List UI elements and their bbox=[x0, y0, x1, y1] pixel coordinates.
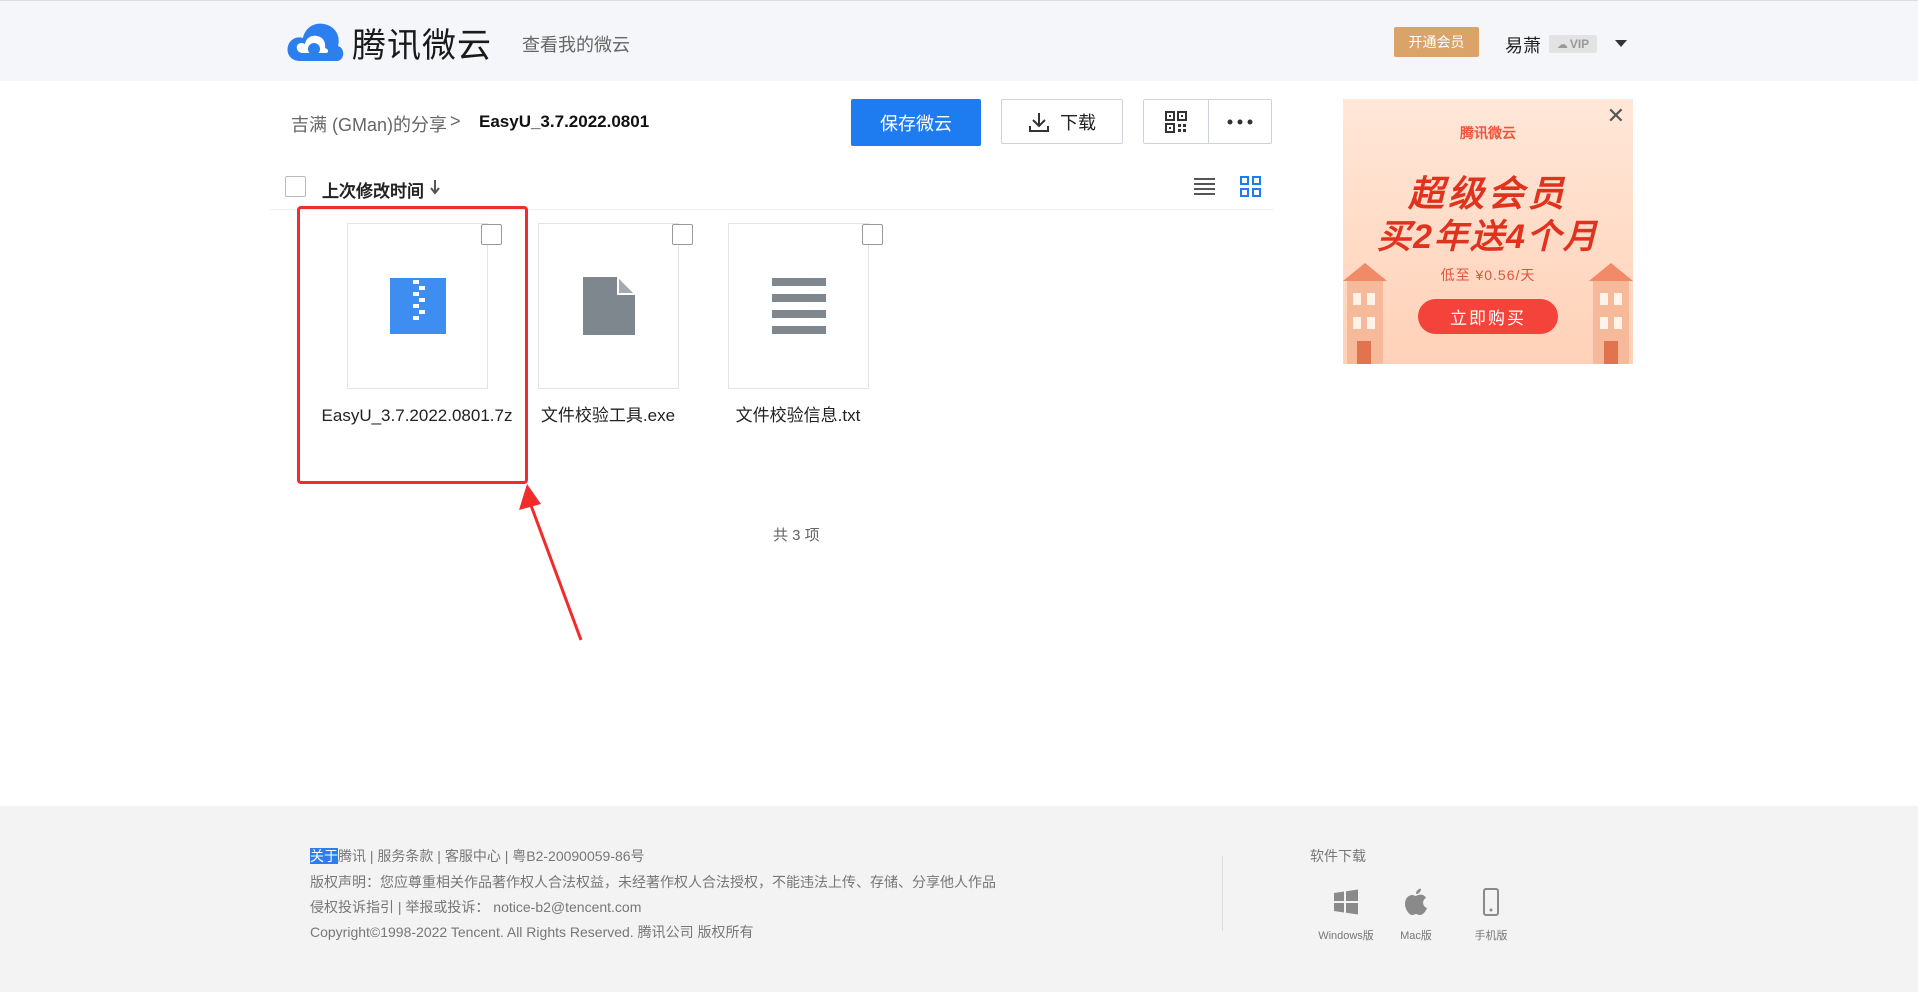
qr-code-icon bbox=[1164, 110, 1187, 133]
open-vip-button[interactable]: 开通会员 bbox=[1394, 27, 1479, 57]
vip-badge: ☁ VIP bbox=[1549, 35, 1597, 53]
logo-text: 腾讯微云 bbox=[352, 25, 492, 66]
download-mobile[interactable]: 手机版 bbox=[1461, 888, 1521, 943]
footer-links-text[interactable]: 腾讯 | 服务条款 | 客服中心 | 粤B2-20090059-86号 bbox=[338, 848, 645, 864]
download-button[interactable]: 下载 bbox=[1001, 99, 1123, 144]
mobile-phone-icon bbox=[1483, 888, 1499, 916]
download-mac-label: Mac版 bbox=[1400, 930, 1432, 942]
sort-down-arrow-icon[interactable] bbox=[429, 178, 441, 196]
grid-view-icon[interactable] bbox=[1240, 176, 1261, 197]
windows-icon bbox=[1334, 889, 1358, 915]
software-download-title: 软件下载 bbox=[1310, 848, 1366, 864]
footer-divider bbox=[1222, 856, 1223, 931]
file-checkbox[interactable] bbox=[862, 224, 883, 245]
vip-promo-banner[interactable]: ✕ 腾讯微云 超级会员 买2年送4个月 低至 ¥0.56/天 立即购买 bbox=[1343, 99, 1633, 364]
vip-badge-label: VIP bbox=[1569, 37, 1590, 51]
footer-copyright-notice: 版权声明：您应尊重相关作品著作权人合法权益，未经著作权人合法授权，不能违法上传、… bbox=[310, 874, 996, 890]
download-mobile-label: 手机版 bbox=[1474, 930, 1508, 942]
user-menu-caret-icon[interactable] bbox=[1615, 40, 1627, 47]
toolbar-more-group bbox=[1143, 99, 1272, 144]
file-name[interactable]: 文件校验信息.txt bbox=[698, 403, 898, 429]
footer-about-selected[interactable]: 关于 bbox=[310, 848, 338, 864]
more-options-button[interactable] bbox=[1207, 100, 1272, 143]
breadcrumb-separator-icon: > bbox=[450, 111, 461, 131]
more-dots-icon bbox=[1227, 119, 1253, 124]
vip-cloud-icon: ☁ bbox=[1556, 38, 1568, 51]
username[interactable]: 易萧 bbox=[1505, 32, 1541, 58]
footer-copyright: Copyright©1998-2022 Tencent. All Rights … bbox=[310, 924, 754, 940]
file-thumbnail[interactable] bbox=[728, 223, 869, 389]
download-mac[interactable]: Mac版 bbox=[1386, 888, 1446, 943]
save-to-weiyun-button[interactable]: 保存微云 bbox=[851, 99, 981, 146]
breadcrumb-root[interactable]: 吉满 (GMan)的分享 bbox=[291, 111, 447, 137]
ad-title-line2: 买2年送4个月 bbox=[1377, 218, 1599, 256]
red-arrow-annotation bbox=[519, 484, 583, 641]
qr-code-button[interactable] bbox=[1144, 100, 1208, 143]
page-footer: 关于腾讯 | 服务条款 | 客服中心 | 粤B2-20090059-86号 版权… bbox=[0, 806, 1918, 992]
footer-complaint[interactable]: 侵权投诉指引 | 举报或投诉： notice-b2@tencent.com bbox=[310, 897, 641, 917]
buy-now-button[interactable]: 立即购买 bbox=[1418, 299, 1558, 334]
download-windows[interactable]: Windows版 bbox=[1316, 888, 1376, 943]
text-file-icon bbox=[771, 278, 826, 334]
breadcrumb-current: EasyU_3.7.2022.0801 bbox=[479, 112, 650, 131]
apple-icon bbox=[1405, 888, 1427, 915]
red-highlight-box bbox=[297, 206, 528, 484]
item-count: 共 3 项 bbox=[773, 527, 820, 544]
select-all-checkbox[interactable] bbox=[285, 176, 306, 197]
file-checkbox[interactable] bbox=[672, 224, 693, 245]
file-thumbnail[interactable] bbox=[538, 223, 679, 389]
sort-by-modified-time[interactable]: 上次修改时间 bbox=[322, 177, 424, 202]
view-my-weiyun-link[interactable]: 查看我的微云 bbox=[522, 31, 630, 57]
footer-links: 关于腾讯 | 服务条款 | 客服中心 | 粤B2-20090059-86号 bbox=[310, 846, 645, 866]
weiyun-logo[interactable]: 腾讯微云 bbox=[284, 19, 492, 66]
ad-logo: 腾讯微云 bbox=[1460, 125, 1516, 141]
list-view-icon[interactable] bbox=[1194, 176, 1215, 196]
download-label: 下载 bbox=[1060, 112, 1096, 133]
download-windows-label: Windows版 bbox=[1318, 930, 1374, 942]
download-icon bbox=[1029, 112, 1049, 132]
top-header: 腾讯微云 查看我的微云 开通会员 易萧 ☁ VIP bbox=[0, 0, 1918, 81]
cloud-logo-icon bbox=[287, 23, 344, 61]
file-name[interactable]: 文件校验工具.exe bbox=[508, 403, 708, 429]
ad-price: 低至 ¥0.56/天 bbox=[1440, 267, 1536, 283]
document-file-icon bbox=[582, 277, 635, 335]
